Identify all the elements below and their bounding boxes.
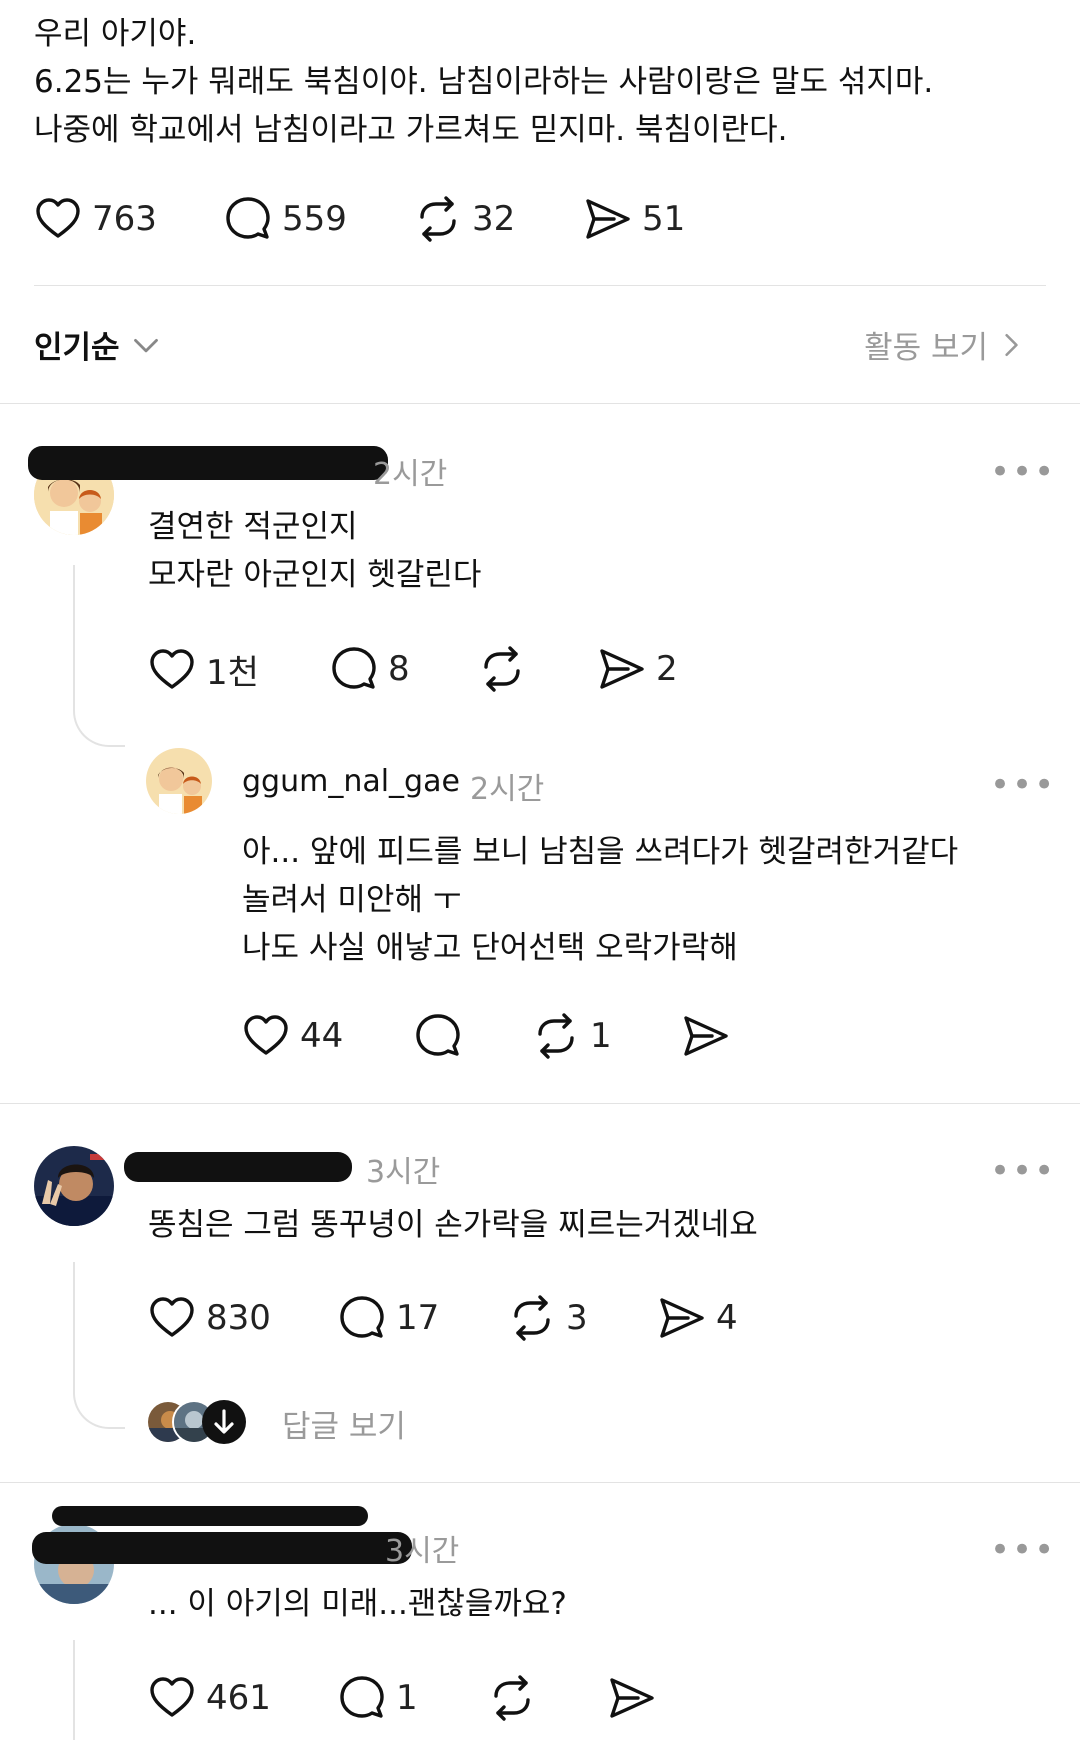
post-text: 우리 아기야. 6.25는 누가 뭐래도 북침이야. 남침이라하는 사람이랑은 … <box>34 16 934 148</box>
comment-reply-button[interactable]: 17 <box>338 1294 439 1342</box>
reply-time: 2시간 <box>470 772 545 807</box>
thread-line <box>73 1262 125 1429</box>
heart-icon <box>148 646 196 694</box>
heart-icon <box>148 1674 196 1722</box>
comment-share-count: 4 <box>716 1298 738 1338</box>
thread-line <box>73 565 125 747</box>
divider <box>0 1103 1080 1104</box>
repost-icon <box>508 1294 556 1342</box>
repost-icon <box>488 1674 536 1722</box>
comment-time: 3시간 <box>366 1155 441 1190</box>
divider <box>34 285 1046 286</box>
comment-bubble-icon <box>338 1674 386 1722</box>
comment-reply-button[interactable]: 1 <box>338 1674 418 1722</box>
repost-icon <box>414 195 462 243</box>
comment-reply-count: 17 <box>396 1298 440 1338</box>
avatar-image <box>34 1146 114 1226</box>
more-dots-icon[interactable]: ••• <box>990 455 1056 489</box>
send-icon <box>608 1674 656 1722</box>
more-dots-icon[interactable]: ••• <box>990 1154 1056 1188</box>
repost-icon <box>532 1012 580 1060</box>
comment-text: ... 이 아기의 미래...괜찮을까요? <box>148 1586 567 1622</box>
reply-text: 아... 앞에 피드를 보니 남침을 쓰려다가 헷갈려한거같다 놀려서 미안해 … <box>242 834 959 966</box>
comment-bubble-icon <box>414 1012 462 1060</box>
comment-reply-button[interactable]: 8 <box>330 645 410 693</box>
comment-repost-button[interactable] <box>488 1674 536 1722</box>
avatar[interactable] <box>34 1146 114 1226</box>
comment-share-count: 2 <box>656 649 678 689</box>
arrow-down-icon[interactable] <box>202 1400 246 1444</box>
reply-like-button[interactable]: 44 <box>242 1012 343 1060</box>
repost-icon <box>478 645 526 693</box>
comment-time: 3시간 <box>385 1534 460 1569</box>
heart-icon <box>148 1294 196 1342</box>
more-dots-icon[interactable]: ••• <box>990 1533 1056 1567</box>
reply-repost-count: 1 <box>590 1016 612 1056</box>
comment-share-button[interactable] <box>608 1674 656 1722</box>
send-icon <box>598 645 646 693</box>
redaction-bar <box>52 1506 368 1526</box>
comment-time: 2시간 <box>373 457 448 492</box>
divider <box>0 1482 1080 1483</box>
comment-bubble-icon <box>330 645 378 693</box>
post-share-count: 51 <box>642 199 686 239</box>
avatar-image <box>146 748 212 814</box>
post-repost-button[interactable]: 32 <box>414 195 515 243</box>
view-replies-link[interactable]: 답글 보기 <box>282 1401 406 1446</box>
post-comment-count: 559 <box>282 199 347 239</box>
comment-bubble-icon <box>224 195 272 243</box>
chevron-right-icon <box>998 332 1024 358</box>
comment-bubble-icon <box>338 1294 386 1342</box>
post-like-button[interactable]: 763 <box>34 195 157 243</box>
comment-like-button[interactable]: 1천 <box>148 645 259 694</box>
comment-like-button[interactable]: 830 <box>148 1294 271 1342</box>
avatar[interactable] <box>146 748 212 814</box>
redaction-bar <box>28 446 388 480</box>
post-share-button[interactable]: 51 <box>584 195 685 243</box>
comment-like-count: 461 <box>206 1678 271 1718</box>
send-icon <box>584 195 632 243</box>
comment-text: 결연한 적군인지 모자란 아군인지 헷갈린다 <box>148 509 482 593</box>
thread-line <box>73 1640 75 1740</box>
comment-share-button[interactable]: 4 <box>658 1294 738 1342</box>
heart-icon <box>242 1012 290 1060</box>
sort-dropdown[interactable]: 인기순 <box>34 322 160 367</box>
comment-like-button[interactable]: 461 <box>148 1674 271 1722</box>
comment-repost-button[interactable] <box>478 645 526 693</box>
redaction-bar <box>32 1532 412 1564</box>
send-icon <box>658 1294 706 1342</box>
reply-like-count: 44 <box>300 1016 344 1056</box>
post-like-count: 763 <box>92 199 157 239</box>
comment-share-button[interactable]: 2 <box>598 645 678 693</box>
comment-like-count: 830 <box>206 1298 271 1338</box>
divider <box>0 403 1080 404</box>
send-icon <box>682 1012 730 1060</box>
heart-icon <box>34 195 82 243</box>
sort-label: 인기순 <box>34 330 120 366</box>
reply-share-button[interactable] <box>682 1012 730 1060</box>
redaction-bar <box>124 1152 352 1182</box>
chevron-down-icon <box>132 331 160 359</box>
reply-comment-button[interactable] <box>414 1012 462 1060</box>
comment-text: 똥침은 그럼 똥꾸녕이 손가락을 찌르는거겠네요 <box>148 1207 758 1243</box>
post-comment-button[interactable]: 559 <box>224 195 347 243</box>
comment-repost-count: 3 <box>566 1298 588 1338</box>
reply-username[interactable]: ggum_nal_gae <box>242 764 460 799</box>
more-dots-icon[interactable]: ••• <box>990 768 1056 802</box>
activity-label: 활동 보기 <box>864 330 988 366</box>
comment-repost-button[interactable]: 3 <box>508 1294 588 1342</box>
reply-repost-button[interactable]: 1 <box>532 1012 612 1060</box>
comment-reply-count: 1 <box>396 1678 418 1718</box>
activity-link[interactable]: 활동 보기 <box>864 322 1024 367</box>
comment-like-count: 1천 <box>206 653 259 693</box>
post-repost-count: 32 <box>472 199 516 239</box>
comment-reply-count: 8 <box>388 649 410 689</box>
